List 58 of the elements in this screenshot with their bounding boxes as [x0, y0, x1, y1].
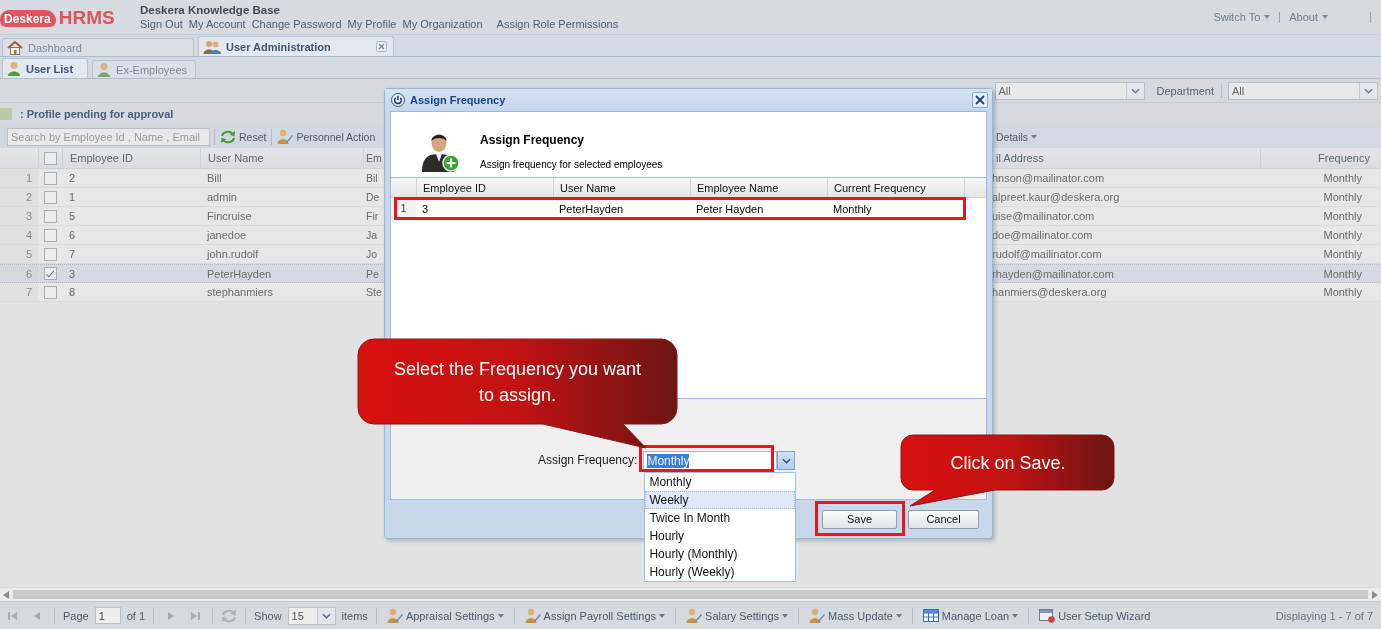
table-cell: stephanmiers: [207, 286, 274, 298]
row-number: 3: [25, 210, 32, 222]
row-number: 4: [25, 229, 32, 241]
table-cell: Pe: [366, 267, 379, 280]
page-label: Page: [63, 609, 89, 622]
filter-label: Department: [1156, 84, 1214, 97]
table-cell: janedoe: [207, 229, 247, 241]
logo-text: HRMS: [58, 8, 115, 28]
table-cell: uise@mailinator.com: [992, 210, 1095, 222]
table-cell: Monthly: [1323, 191, 1362, 203]
row-number: 6: [25, 267, 32, 280]
legend-label: : Profile pending for approval: [20, 108, 174, 120]
table-cell: 2: [69, 172, 76, 184]
table-cell: Bill: [207, 172, 222, 184]
table-cell: hnson@mailinator.com: [992, 172, 1105, 184]
table-cell: 7: [69, 248, 76, 260]
dialog-title: Assign Frequency: [410, 94, 506, 106]
table-cell: Monthly: [1323, 267, 1362, 280]
row-number: 2: [25, 191, 32, 203]
row-number: 7: [25, 286, 32, 298]
table-cell: rudolf@mailinator.com: [992, 248, 1102, 260]
table-cell: Monthly: [1323, 229, 1362, 241]
show-label: Show: [254, 609, 282, 622]
table-cell: 1: [69, 191, 76, 203]
dialog-heading: Assign Frequency: [480, 133, 586, 147]
table-cell: 3: [69, 267, 76, 280]
page-count: of 1: [126, 609, 146, 622]
table-cell: Monthly: [1323, 172, 1362, 184]
row-number: 1: [25, 172, 32, 184]
table-cell: Ja: [366, 229, 378, 241]
items-label: items: [341, 609, 368, 622]
paging-status: Displaying 1 - 7 of 7: [1275, 609, 1373, 622]
table-cell: john.rudolf: [207, 248, 259, 260]
table-cell: Fincruise: [207, 210, 252, 222]
table-cell: Monthly: [1323, 286, 1362, 298]
row-number: 5: [25, 248, 32, 260]
logo-mark: Deskera: [0, 9, 56, 27]
dialog-subheading: Assign frequency for selected employees: [480, 159, 663, 171]
callout-text: Select the Frequency you want to assign.: [392, 358, 643, 407]
table-cell: Monthly: [1323, 248, 1362, 260]
table-cell: Monthly: [1323, 210, 1362, 222]
table-cell: admin: [207, 191, 237, 203]
table-cell: Bil: [366, 172, 378, 184]
table-cell: De: [366, 191, 380, 203]
table-cell: doe@mailinator.com: [992, 229, 1093, 241]
table-cell: rhayden@mailinator.com: [992, 267, 1114, 280]
callout-text: Click on Save.: [950, 452, 1066, 475]
table-cell: alpreet.kaur@deskera.org: [992, 191, 1120, 203]
table-cell: PeterHayden: [207, 267, 272, 280]
table-cell: 8: [69, 286, 76, 298]
table-cell: Jo: [366, 248, 378, 260]
table-cell: hanmiers@deskera.org: [992, 286, 1107, 298]
site-title: Deskera Knowledge Base: [140, 3, 281, 17]
table-cell: 6: [69, 229, 76, 241]
table-cell: 5: [69, 210, 76, 222]
table-cell: Ste: [366, 286, 382, 298]
table-cell: Fir: [366, 210, 379, 222]
field-label: Assign Frequency:: [538, 452, 638, 469]
